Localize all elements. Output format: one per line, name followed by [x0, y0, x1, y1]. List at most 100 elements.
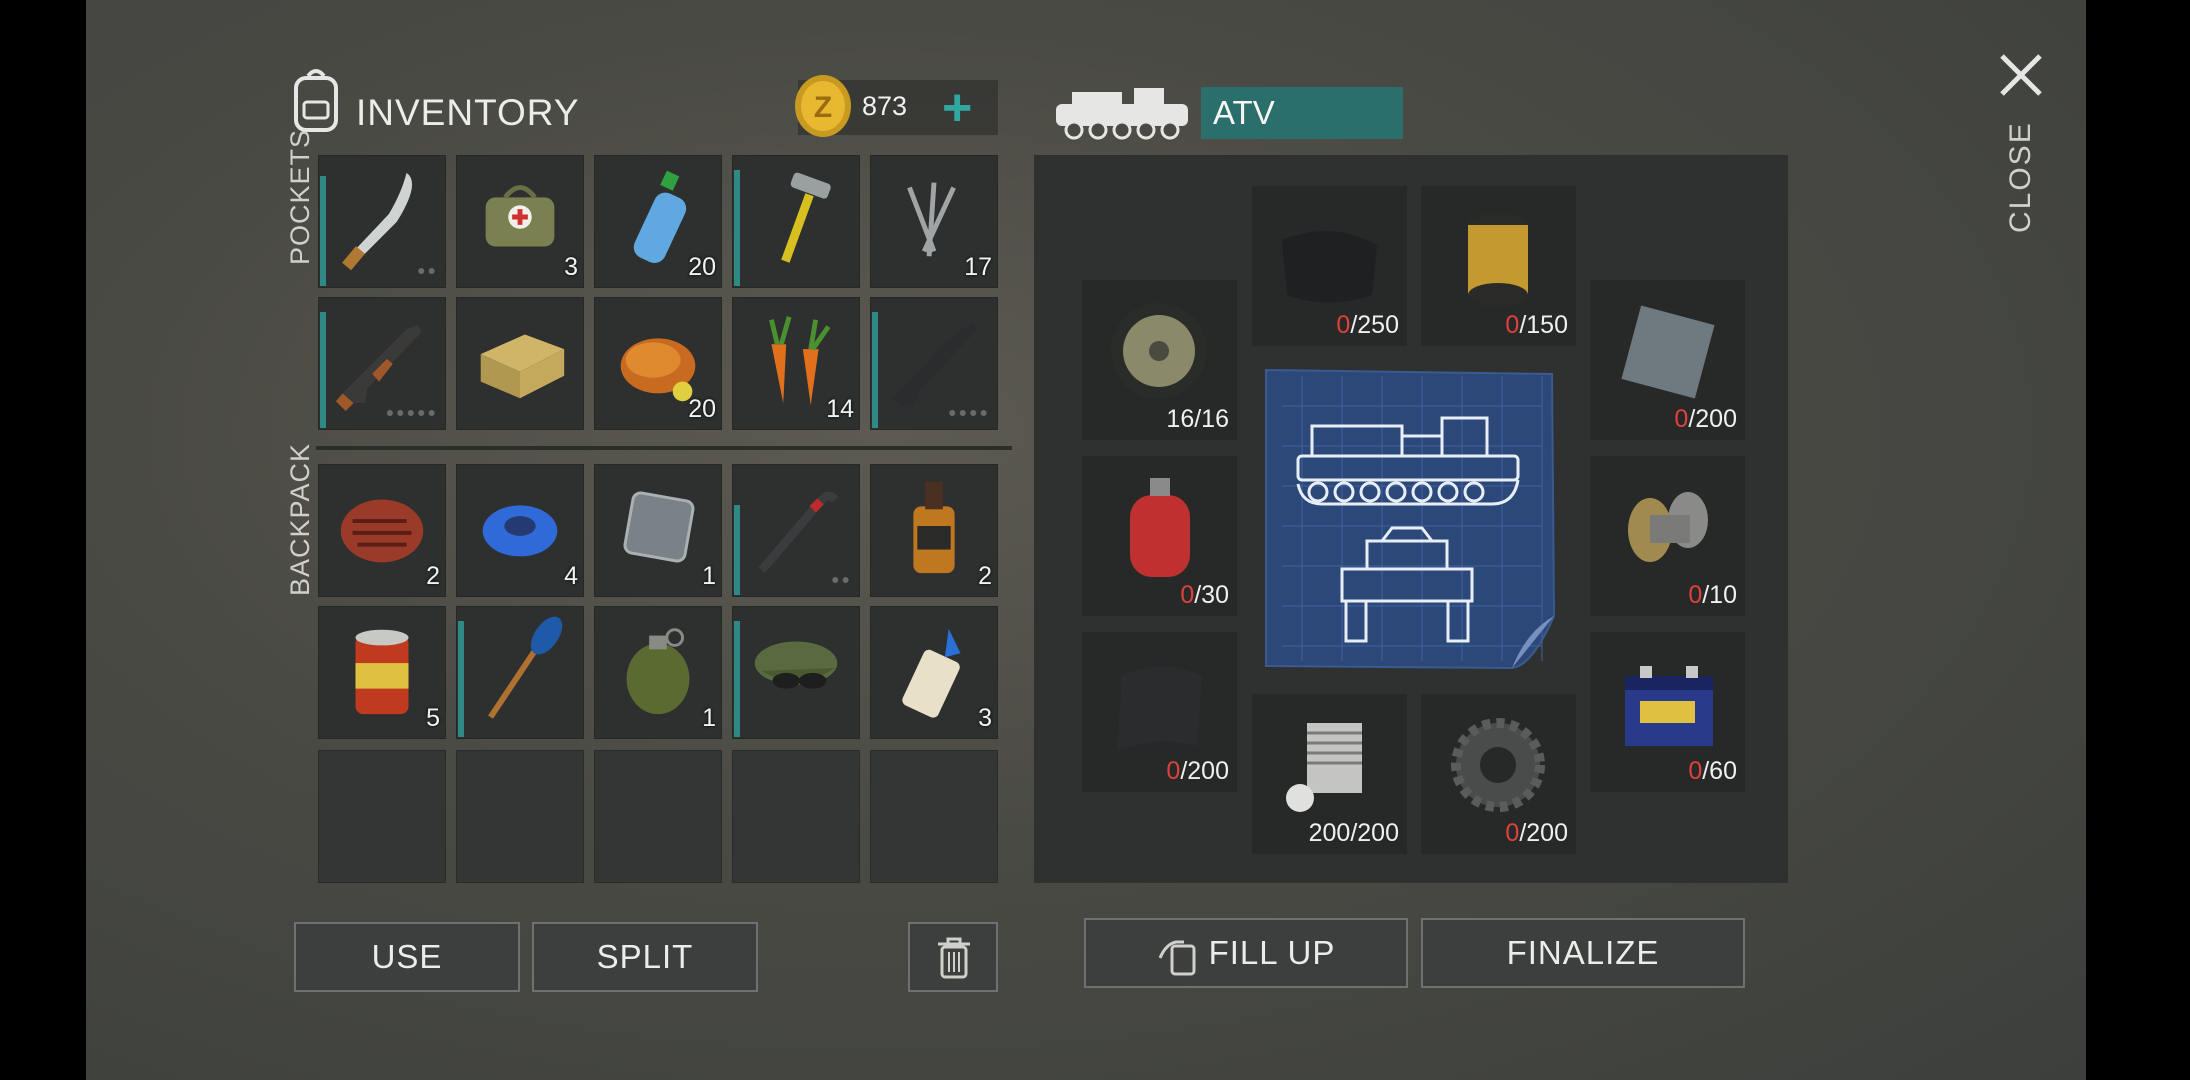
backpack-icon [294, 69, 338, 132]
part-progress: 0/200 [1166, 757, 1229, 786]
vehicle-part-slot[interactable]: 0/30 [1082, 456, 1237, 616]
backpack-label: BACKPACK [285, 442, 315, 596]
inventory-slot[interactable] [456, 606, 584, 739]
part-progress: 0/60 [1688, 757, 1737, 786]
coin-amount: 873 [862, 91, 908, 121]
vehicle-name: ATV [1201, 87, 1403, 139]
vehicle-part-slot[interactable]: 0/200 [1421, 694, 1576, 854]
part-need: /60 [1702, 757, 1737, 785]
rubber-sheet-icon [1117, 666, 1202, 751]
item-count: 3 [564, 253, 578, 281]
inventory-slot[interactable]: 5 [318, 606, 446, 739]
inventory-slot[interactable]: 2 [870, 464, 998, 597]
inventory-slot[interactable]: 1 [594, 606, 722, 739]
part-progress: 0/200 [1505, 819, 1568, 848]
part-need: /30 [1194, 581, 1229, 609]
inventory-slot[interactable]: 2 [318, 464, 446, 597]
use-button[interactable]: USE [294, 922, 520, 992]
empty-slot[interactable] [318, 750, 446, 883]
inventory-slot[interactable]: 3 [456, 155, 584, 288]
inventory-slot[interactable]: 20 [594, 297, 722, 430]
black-cloth-icon [1282, 231, 1377, 303]
part-progress: 16/16 [1166, 405, 1229, 434]
part-have: 0 [1336, 311, 1351, 339]
part-progress: 200/200 [1309, 819, 1399, 848]
m16-rifle-icon [891, 322, 977, 408]
inventory-title: INVENTORY [356, 92, 580, 133]
inventory-slot[interactable]: ●●●● [870, 297, 998, 430]
whiskey-bottle-icon [913, 481, 955, 574]
part-have: 0 [1166, 757, 1181, 785]
food-can-icon [355, 629, 409, 715]
inventory-slot[interactable]: 3 [870, 606, 998, 739]
inventory-slot[interactable]: 4 [456, 464, 584, 597]
engine-cylinder-icon [1286, 723, 1362, 812]
finalize-button[interactable]: FINALIZE [1421, 918, 1745, 988]
part-have: 0 [1180, 581, 1195, 609]
item-count: 17 [964, 253, 992, 281]
durability-bar [320, 176, 326, 286]
vehicle-part-slot[interactable]: 0/10 [1590, 456, 1745, 616]
inventory-slot[interactable]: ●● [732, 464, 860, 597]
fill-up-button[interactable]: FILL UP [1084, 918, 1408, 988]
part-have: 0 [1688, 757, 1703, 785]
item-count: 4 [564, 562, 578, 590]
item-count: 1 [702, 704, 716, 732]
close-label[interactable]: CLOSE [2004, 121, 2038, 233]
add-coins-button[interactable]: + [942, 82, 972, 134]
part-progress: 0/30 [1180, 581, 1229, 610]
inventory-slot[interactable]: ●●●●● [318, 297, 446, 430]
inventory-slot[interactable]: 17 [870, 155, 998, 288]
car-battery-icon [1625, 666, 1713, 746]
coin-icon: Z [795, 75, 851, 137]
vehicle-part-slot[interactable]: 0/150 [1421, 186, 1576, 346]
first-aid-bag-icon [485, 185, 555, 247]
atv-vehicle-icon [1056, 88, 1188, 140]
upgrade-dots: ●●●●● [385, 404, 438, 420]
part-have: 0 [1688, 581, 1703, 609]
vehicle-part-slot[interactable]: 0/200 [1082, 632, 1237, 792]
machete-icon [342, 172, 413, 271]
inventory-slot[interactable] [732, 606, 860, 739]
durability-bar [734, 505, 740, 595]
vehicle-part-slot[interactable]: 200/200 [1252, 694, 1407, 854]
item-count: 3 [978, 704, 992, 732]
inventory-slot[interactable]: ●● [318, 155, 446, 288]
split-button[interactable]: SPLIT [532, 922, 758, 992]
inventory-slot[interactable]: 1 [594, 464, 722, 597]
hammer-icon [781, 172, 831, 263]
steel-sheet-icon [1621, 305, 1715, 399]
pockets-label: POCKETS [285, 128, 315, 265]
item-count: 5 [426, 704, 440, 732]
ak-rifle-icon [335, 324, 422, 412]
inventory-slot[interactable] [732, 155, 860, 288]
transmission-icon [1628, 492, 1708, 562]
empty-slot[interactable] [456, 750, 584, 883]
durability-bar [734, 621, 740, 737]
vehicle-part-slot[interactable]: 0/200 [1590, 280, 1745, 440]
ammo-crate-icon [480, 334, 565, 399]
trash-button[interactable] [908, 922, 998, 992]
inventory-slot[interactable] [456, 297, 584, 430]
close-icon[interactable] [1996, 50, 2046, 100]
part-have: 0 [1674, 405, 1689, 433]
part-progress: 0/10 [1688, 581, 1737, 610]
part-have: 200 [1308, 819, 1351, 847]
empty-slot[interactable] [732, 750, 860, 883]
wheel-icon [1111, 303, 1207, 399]
inventory-slot[interactable]: 20 [594, 155, 722, 288]
inventory-slot[interactable]: 14 [732, 297, 860, 430]
part-have: 0 [1505, 311, 1520, 339]
vehicle-part-slot[interactable]: 0/60 [1590, 632, 1745, 792]
part-progress: 0/250 [1336, 311, 1399, 340]
vehicle-part-slot[interactable]: 0/250 [1252, 186, 1407, 346]
trash-icon [938, 937, 970, 979]
crowbar-icon [758, 491, 839, 574]
section-divider [316, 446, 1012, 450]
item-count: 20 [688, 253, 716, 281]
part-need: /200 [1519, 819, 1568, 847]
empty-slot[interactable] [870, 750, 998, 883]
paddle-icon [488, 616, 563, 719]
empty-slot[interactable] [594, 750, 722, 883]
vehicle-part-slot[interactable]: 16/16 [1082, 280, 1237, 440]
